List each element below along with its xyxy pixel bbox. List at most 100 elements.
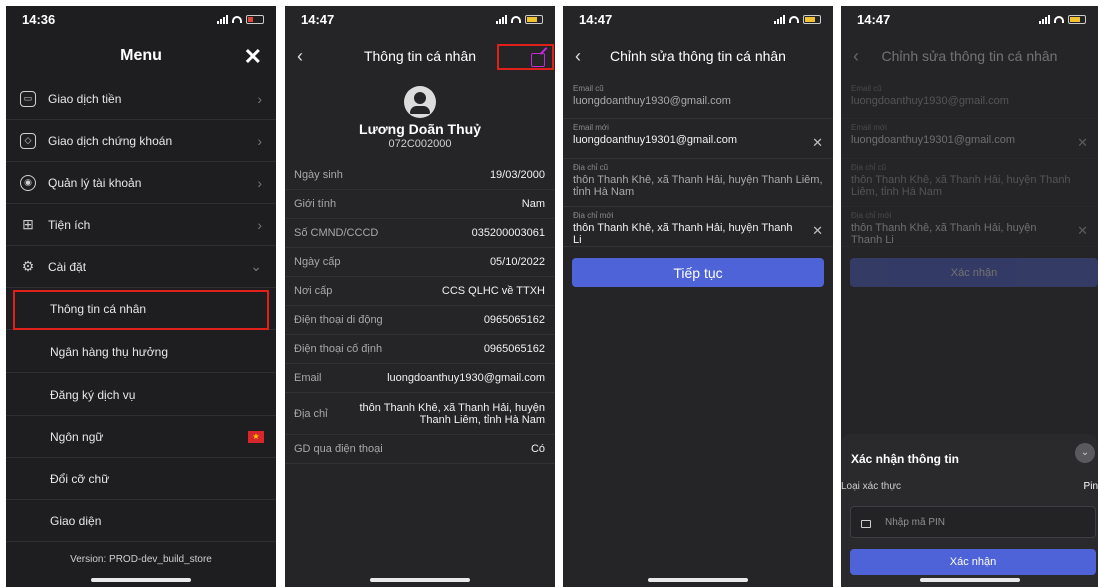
personal-info-screen: 14:47 ‹ Thông tin cá nhân Lương Doãn Thu… bbox=[285, 6, 555, 587]
clear-icon: ✕ bbox=[1077, 223, 1088, 238]
new-address-field: Địa chỉ mới thôn Thanh Khê, xã Thanh Hải… bbox=[841, 211, 1098, 247]
menu-item-account[interactable]: ◉ Quản lý tài khoản › bbox=[6, 162, 276, 204]
edit-info-header: ‹ Chỉnh sửa thông tin cá nhân bbox=[563, 36, 833, 76]
menu-item-font-size[interactable]: Đổi cỡ chữ bbox=[6, 458, 276, 500]
info-row-address: Địa chỉ thôn Thanh Khê, xã Thanh Hải, huy… bbox=[285, 393, 555, 435]
new-email-input[interactable]: luongdoanthuy19301@gmail.com bbox=[573, 134, 823, 146]
status-bar: 14:47 bbox=[841, 6, 1098, 32]
status-bar: 14:47 bbox=[563, 6, 833, 32]
vietnam-flag-icon: ★ bbox=[248, 430, 264, 443]
pin-input[interactable]: Nhập mã PIN bbox=[850, 506, 1096, 538]
menu-item-label: Quản lý tài khoản bbox=[48, 175, 142, 190]
battery-icon bbox=[1068, 14, 1086, 24]
info-row-issue-place: Nơi cấp CCS QLHC về TTXH bbox=[285, 277, 555, 306]
auth-type-label: Loại xác thực bbox=[841, 481, 902, 492]
battery-icon bbox=[246, 14, 264, 24]
wallet-icon: ▭ bbox=[20, 90, 36, 107]
close-sheet-icon[interactable]: ⌄ bbox=[1075, 443, 1095, 463]
menu-item-label: Ngân hàng thụ hưởng bbox=[50, 344, 168, 359]
wifi-icon bbox=[789, 15, 799, 23]
menu-item-beneficiary-bank[interactable]: Ngân hàng thụ hưởng bbox=[6, 331, 276, 373]
row-key: Giới tính bbox=[294, 198, 337, 210]
new-email-field[interactable]: Email mới luongdoanthuy19301@gmail.com ✕ bbox=[563, 123, 833, 159]
confirm-screen: 14:47 ‹ Chỉnh sửa thông tin cá nhân Emai… bbox=[841, 6, 1098, 587]
status-bar: 14:36 bbox=[6, 6, 276, 32]
row-key: Ngày sinh bbox=[294, 169, 343, 181]
row-key: Điện thoại di động bbox=[294, 314, 383, 326]
new-address-input[interactable]: thôn Thanh Khê, xã Thanh Hải, huyện Than… bbox=[573, 222, 823, 246]
edit-info-screen: 14:47 ‹ Chỉnh sửa thông tin cá nhân Emai… bbox=[563, 6, 833, 587]
status-time: 14:47 bbox=[857, 11, 891, 27]
field-label: Email cũ bbox=[851, 84, 882, 93]
menu-header: Menu ✕ bbox=[6, 36, 276, 76]
status-time: 14:36 bbox=[22, 11, 56, 27]
confirm-sheet: Xác nhận thông tin ⌄ Loại xác thực Pin N… bbox=[841, 434, 1098, 587]
menu-item-language[interactable]: Ngôn ngữ ★ bbox=[6, 416, 276, 458]
clear-icon[interactable]: ✕ bbox=[812, 223, 823, 239]
menu-item-settings[interactable]: ⚙ Cài đặt ⌄ bbox=[6, 246, 276, 288]
info-row-phone-trading: GD qua điện thoại Có bbox=[285, 435, 555, 464]
menu-item-label: Tiện ích bbox=[48, 217, 91, 232]
home-indicator bbox=[919, 578, 1020, 582]
home-indicator bbox=[370, 578, 470, 582]
highlight-box bbox=[13, 290, 269, 330]
row-key: Điện thoại cố định bbox=[294, 343, 383, 355]
highlight-box bbox=[497, 44, 554, 70]
row-value: CCS QLHC về TTXH bbox=[441, 285, 545, 297]
chevron-right-icon: › bbox=[257, 90, 262, 107]
chevron-right-icon: › bbox=[257, 216, 262, 233]
pin-placeholder: Nhập mã PIN bbox=[885, 516, 946, 528]
field-value: thôn Thanh Khê, xã Thanh Hải, huyện Than… bbox=[851, 174, 1071, 198]
menu-item-label: Giao diện bbox=[50, 513, 102, 528]
menu-item-securities[interactable]: ◇ Giao dịch chứng khoán › bbox=[6, 120, 276, 162]
field-value: thôn Thanh Khê, xã Thanh Hải, huyện Than… bbox=[851, 222, 1037, 246]
continue-button[interactable]: Tiếp tục bbox=[572, 258, 824, 287]
close-icon[interactable]: ✕ bbox=[244, 44, 262, 70]
home-indicator bbox=[91, 578, 191, 582]
status-time: 14:47 bbox=[579, 11, 613, 27]
battery-icon bbox=[525, 14, 543, 24]
auth-type-value[interactable]: Pin bbox=[1084, 481, 1098, 492]
page-title: Chỉnh sửa thông tin cá nhân bbox=[881, 48, 1058, 64]
back-icon[interactable]: ‹ bbox=[575, 46, 581, 67]
user-name: Lương Doãn Thuỷ bbox=[359, 121, 481, 137]
info-row-issue-date: Ngày cấp 05/10/2022 bbox=[285, 248, 555, 277]
row-value: 0965065162 bbox=[483, 314, 545, 326]
battery-icon bbox=[803, 14, 821, 24]
clear-icon[interactable]: ✕ bbox=[812, 135, 823, 151]
row-key: Số CMND/CCCD bbox=[294, 227, 379, 239]
info-row-id-number: Số CMND/CCCD 035200003061 bbox=[285, 219, 555, 248]
menu-item-register-service[interactable]: Đăng ký dịch vụ bbox=[6, 374, 276, 416]
field-label: Địa chỉ mới bbox=[573, 211, 614, 220]
sheet-title: Xác nhận thông tin bbox=[851, 452, 959, 466]
wifi-icon bbox=[1054, 15, 1064, 23]
menu-item-theme[interactable]: Giao diện bbox=[6, 500, 276, 542]
row-value: Có bbox=[530, 443, 545, 455]
status-bar: 14:47 bbox=[285, 6, 555, 32]
chevron-right-icon: › bbox=[257, 174, 262, 191]
field-value: luongdoanthuy1930@gmail.com bbox=[573, 95, 731, 107]
status-time: 14:47 bbox=[301, 11, 335, 27]
back-icon[interactable]: ‹ bbox=[297, 46, 303, 67]
info-row-mobile: Điện thoại di động 0965065162 bbox=[285, 306, 555, 335]
row-value: thôn Thanh Khê, xã Thanh Hải, huyện Than… bbox=[359, 401, 545, 426]
menu-item-label: Cài đặt bbox=[48, 259, 87, 274]
menu-item-label: Đổi cỡ chữ bbox=[50, 471, 110, 486]
old-email-field: Email cũ luongdoanthuy1930@gmail.com bbox=[841, 84, 1098, 119]
back-icon[interactable]: ‹ bbox=[853, 46, 859, 67]
row-key: Nơi cấp bbox=[294, 285, 333, 297]
new-address-field[interactable]: Địa chỉ mới thôn Thanh Khê, xã Thanh Hải… bbox=[563, 211, 833, 247]
menu-item-label: Giao dịch chứng khoán bbox=[48, 133, 173, 148]
user-icon: ◉ bbox=[20, 174, 36, 191]
wifi-icon bbox=[511, 15, 521, 23]
new-email-field: Email mới luongdoanthuy19301@gmail.com ✕ bbox=[841, 123, 1098, 159]
confirm-button[interactable]: Xác nhận bbox=[850, 549, 1096, 575]
tag-icon: ◇ bbox=[20, 132, 36, 149]
field-label: Địa chỉ mới bbox=[851, 211, 892, 220]
chevron-down-icon: ⌄ bbox=[250, 258, 262, 274]
menu-item-money[interactable]: ▭ Giao dịch tiền › bbox=[6, 78, 276, 120]
page-title: Menu bbox=[120, 47, 162, 64]
menu-screen: 14:36 Menu ✕ ▭ Giao dịch tiền › ◇ Giao d… bbox=[6, 6, 276, 587]
field-label: Email mới bbox=[573, 123, 609, 132]
menu-item-utilities[interactable]: ⊞ Tiện ích › bbox=[6, 204, 276, 246]
